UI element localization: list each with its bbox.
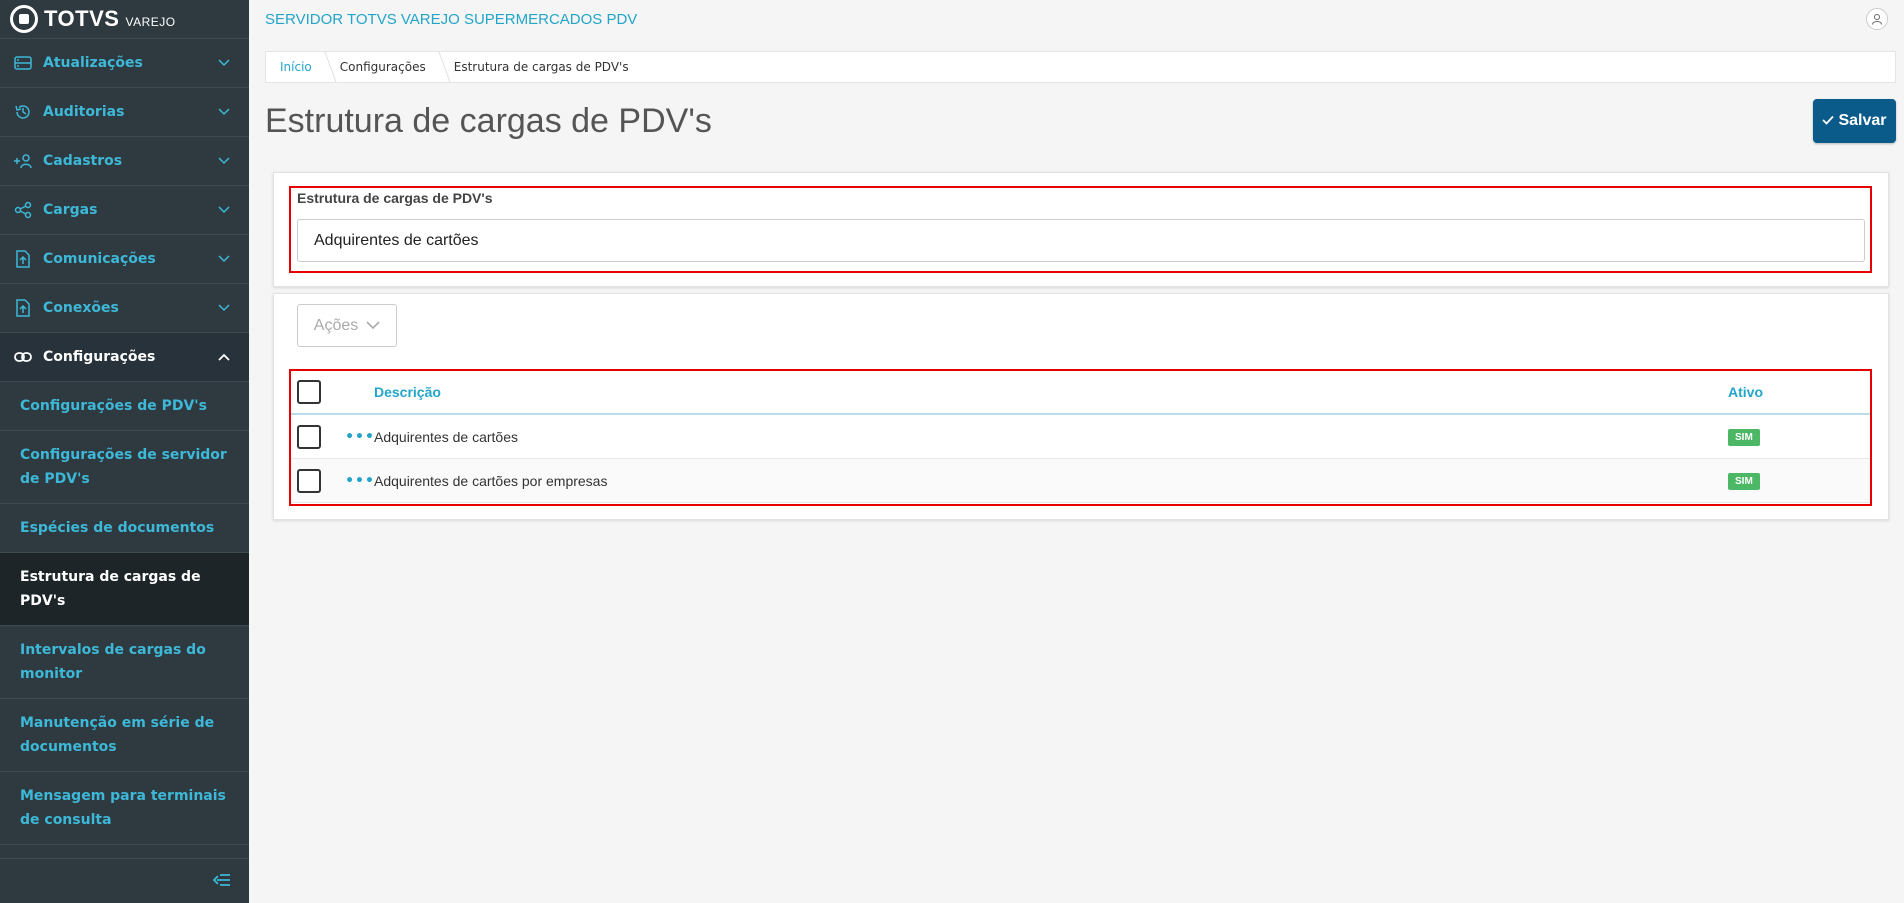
chevron-down-icon <box>217 56 231 70</box>
sidebar-item-configuracoes[interactable]: Configurações <box>0 332 249 381</box>
table-row: ••• Adquirentes de cartões por empresas … <box>291 459 1870 503</box>
file-upload-icon <box>13 249 33 269</box>
server-icon <box>13 53 33 73</box>
sidebar-item-label: Conexões <box>43 300 119 316</box>
table-header-row: Descrição Ativo <box>291 371 1870 415</box>
row-checkbox[interactable] <box>297 424 321 449</box>
topbar: SERVIDOR TOTVS VAREJO SUPERMERCADOS PDV <box>249 0 1904 38</box>
sidebar-item-label: Auditorias <box>43 104 125 120</box>
sidebar-item-label: Cargas <box>43 202 98 218</box>
sidebar-subitem-configuracoes-pdv[interactable]: Configurações de PDV's <box>0 381 249 430</box>
chevron-up-icon <box>217 350 231 364</box>
user-icon[interactable] <box>1866 8 1888 30</box>
history-icon <box>13 102 33 122</box>
check-icon <box>1822 112 1835 130</box>
structure-input[interactable] <box>297 219 1865 262</box>
sidebar-item-label: Configurações <box>43 349 156 365</box>
collapse-menu-icon[interactable] <box>212 872 231 891</box>
row-description: Adquirentes de cartões <box>374 428 518 445</box>
sidebar-item-label: Comunicações <box>43 251 156 267</box>
select-all-checkbox[interactable] <box>297 380 321 404</box>
page-title: Estrutura de cargas de PDV's <box>265 102 712 140</box>
sidebar-item-comunicacoes[interactable]: Comunicações <box>0 234 249 283</box>
chevron-down-icon <box>217 154 231 168</box>
sidebar-item-label: Atualizações <box>43 55 143 71</box>
share-icon <box>13 200 33 220</box>
more-options-icon[interactable]: ••• <box>345 473 374 489</box>
sidebar-subitem-especies-documentos[interactable]: Espécies de documentos <box>0 503 249 552</box>
sidebar-item-auditorias[interactable]: Auditorias <box>0 87 249 136</box>
more-options-icon[interactable]: ••• <box>345 429 374 445</box>
sidebar: TOTVS VAREJO Atualizações Auditorias Cad… <box>0 0 249 903</box>
sidebar-item-conexoes[interactable]: Conexões <box>0 283 249 332</box>
chevron-down-icon <box>217 301 231 315</box>
brand-name: TOTVS <box>44 6 120 31</box>
chevron-down-icon <box>217 105 231 119</box>
breadcrumb-inicio[interactable]: Início <box>266 52 326 82</box>
structure-table: Descrição Ativo ••• Adquirentes de cartõ… <box>291 371 1870 503</box>
file-upload-icon <box>13 298 33 318</box>
breadcrumb-current: Estrutura de cargas de PDV's <box>453 60 629 74</box>
column-header-ativo[interactable]: Ativo <box>1728 384 1870 400</box>
sidebar-item-label: Cadastros <box>43 153 123 169</box>
structure-field-label: Estrutura de cargas de PDV's <box>297 190 493 206</box>
breadcrumb: Início Configurações Estrutura de cargas… <box>265 51 1896 83</box>
status-badge: SIM <box>1728 429 1760 446</box>
sidebar-subitem-estrutura-cargas-pdv[interactable]: Estrutura de cargas de PDV's <box>0 552 249 625</box>
app-title: SERVIDOR TOTVS VAREJO SUPERMERCADOS PDV <box>265 10 638 28</box>
actions-dropdown-button[interactable]: Ações <box>297 304 397 347</box>
status-badge: SIM <box>1728 473 1760 490</box>
sidebar-subitem-intervalos-cargas-monitor[interactable]: Intervalos de cargas do monitor <box>0 625 249 698</box>
sidebar-collapse-bar <box>0 858 249 903</box>
table-row: ••• Adquirentes de cartões SIM <box>291 415 1870 459</box>
row-checkbox[interactable] <box>297 468 321 493</box>
configuracoes-submenu: Configurações de PDV's Configurações de … <box>0 381 249 893</box>
save-button-label: Salvar <box>1838 112 1887 129</box>
actions-label: Ações <box>313 316 359 334</box>
sidebar-item-cargas[interactable]: Cargas <box>0 185 249 234</box>
brand: TOTVS VAREJO <box>0 0 249 38</box>
sidebar-subitem-configuracoes-servidor-pdv[interactable]: Configurações de servidor de PDV's <box>0 430 249 503</box>
link-icon <box>13 347 33 367</box>
sidebar-item-atualizacoes[interactable]: Atualizações <box>0 38 249 87</box>
add-user-icon <box>13 151 33 171</box>
chevron-down-icon <box>217 203 231 217</box>
save-button[interactable]: Salvar <box>1813 99 1896 143</box>
breadcrumb-configuracoes[interactable]: Configurações <box>326 52 440 82</box>
chevron-down-icon <box>217 252 231 266</box>
sidebar-subitem-manutencao-serie-documentos[interactable]: Manutenção em série de documentos <box>0 698 249 771</box>
brand-sub: VAREJO <box>125 15 176 29</box>
totvs-logo-icon <box>10 5 38 33</box>
sidebar-subitem-mensagem-terminais-consulta[interactable]: Mensagem para terminais de consulta <box>0 771 249 844</box>
column-header-descricao[interactable]: Descrição <box>374 384 1728 400</box>
chevron-down-icon <box>366 317 380 335</box>
row-description: Adquirentes de cartões por empresas <box>374 472 608 489</box>
sidebar-item-cadastros[interactable]: Cadastros <box>0 136 249 185</box>
